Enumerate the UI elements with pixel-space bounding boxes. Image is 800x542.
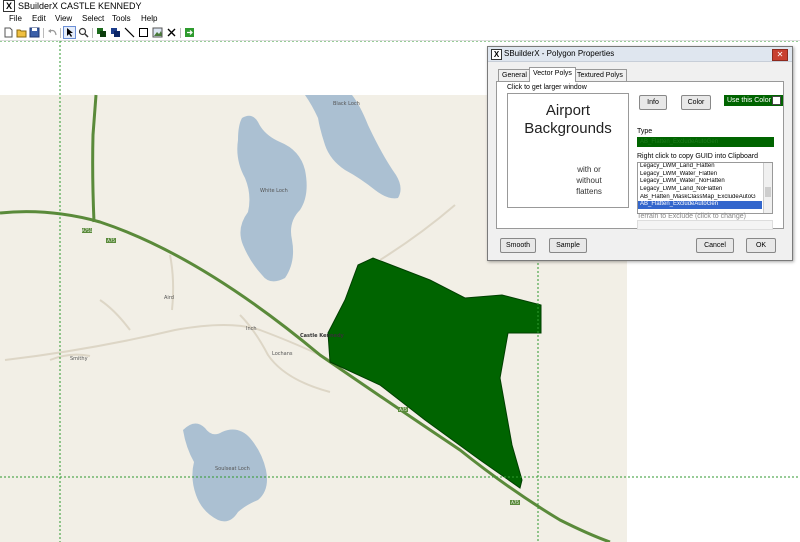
rectangle-icon[interactable] — [138, 27, 149, 38]
map-label-smithy: Smithy — [70, 356, 88, 362]
menu-view[interactable]: View — [55, 12, 72, 26]
menu-edit[interactable]: Edit — [32, 12, 46, 26]
map-label-black-loch: Black Loch — [333, 101, 360, 107]
dialog-titlebar: X SBuilderX - Polygon Properties ✕ — [488, 47, 792, 62]
menu-bar: File Edit View Select Tools Help — [0, 12, 800, 27]
run-icon[interactable] — [184, 27, 195, 38]
preview-subtitle: with or without flattens — [576, 165, 602, 196]
new-file-icon[interactable] — [3, 27, 14, 38]
list-item[interactable]: Legacy_LWM_Land_NoFlatten — [638, 186, 762, 194]
map-label-castle-kennedy: Castle Kennedy — [300, 333, 345, 339]
undo-icon[interactable] — [47, 27, 58, 38]
road-label: A751 — [82, 228, 93, 233]
close-icon[interactable]: ✕ — [772, 49, 788, 61]
road-label: A75 — [511, 500, 519, 505]
image-icon[interactable] — [152, 27, 163, 38]
menu-select[interactable]: Select — [82, 12, 104, 26]
open-folder-icon[interactable] — [16, 27, 27, 38]
menu-help[interactable]: Help — [141, 12, 157, 26]
cancel-button[interactable]: Cancel — [696, 238, 734, 253]
ok-button[interactable]: OK — [746, 238, 776, 253]
delete-icon[interactable] — [166, 27, 177, 38]
map-label-aird: Aird — [164, 295, 174, 301]
sample-button[interactable]: Sample — [549, 238, 587, 253]
menu-file[interactable]: File — [9, 12, 22, 26]
use-color-checkbox[interactable]: Use this Color — [724, 95, 783, 106]
use-color-label: Use this Color — [727, 97, 771, 104]
type-field: AB_Flatten_ExcludeAutoGen — [637, 137, 774, 147]
save-icon[interactable] — [29, 27, 40, 38]
dialog-app-icon: X — [491, 49, 502, 60]
list-scrollbar[interactable] — [763, 163, 772, 213]
map-label-inch: Inch — [246, 326, 257, 332]
checkbox-box[interactable] — [772, 96, 781, 105]
list-item-selected[interactable]: AB_Flatten_ExcludeAutoGen — [638, 201, 762, 210]
tab-vector-polys[interactable]: Vector Polys — [529, 67, 576, 82]
color-button[interactable]: Color — [681, 95, 711, 110]
map-label-lochans: Lochans — [272, 351, 293, 357]
vector-polys-panel: Click to get larger window Airport Backg… — [496, 81, 784, 230]
list-item[interactable]: Legacy_LWM_Water_NoFlatten — [638, 178, 762, 186]
terrain-label: Terrain to Exclude (click to change) — [637, 213, 746, 220]
layers-icon[interactable] — [96, 27, 107, 38]
type-label: Type — [637, 128, 653, 135]
preview-box[interactable]: Airport Backgrounds with or without flat… — [507, 93, 629, 208]
guid-hint: Right click to copy GUID into Clipboard — [637, 153, 758, 160]
toolbar — [0, 26, 800, 41]
window-title: SBuilderX CASTLE KENNEDY — [18, 1, 142, 11]
road-label: A75 — [399, 407, 407, 412]
road-label: A75 — [107, 238, 115, 243]
zoom-icon[interactable] — [78, 27, 89, 38]
map-label-soulseat-loch: Soulseat Loch — [215, 466, 250, 472]
pointer-icon[interactable] — [63, 26, 76, 39]
smooth-button[interactable]: Smooth — [500, 238, 536, 253]
terrain-exclude-field[interactable] — [637, 220, 773, 230]
polygon-properties-dialog: X SBuilderX - Polygon Properties ✕ Gener… — [487, 46, 793, 261]
list-item[interactable]: Legacy_LWM_Land_Flatten — [638, 163, 762, 171]
map-label-white-loch: White Loch — [260, 188, 288, 194]
app-icon: X — [3, 0, 15, 12]
info-button[interactable]: Info — [639, 95, 667, 110]
dialog-title: SBuilderX - Polygon Properties — [504, 49, 615, 58]
preview-hint: Click to get larger window — [507, 84, 587, 91]
list-item[interactable]: Legacy_LWM_Water_Flatten — [638, 171, 762, 179]
preview-title: Airport Backgrounds — [524, 102, 612, 137]
line-icon[interactable] — [124, 27, 135, 38]
menu-tools[interactable]: Tools — [112, 12, 131, 26]
type-listbox[interactable]: Legacy_LWM_Land_Flatten Legacy_LWM_Water… — [637, 162, 773, 214]
window-titlebar: X SBuilderX CASTLE KENNEDY — [0, 0, 800, 12]
layers-alt-icon[interactable] — [110, 27, 121, 38]
list-item[interactable]: AB_Flatten_MaskClassMap_ExcludeAutoG — [638, 194, 762, 202]
